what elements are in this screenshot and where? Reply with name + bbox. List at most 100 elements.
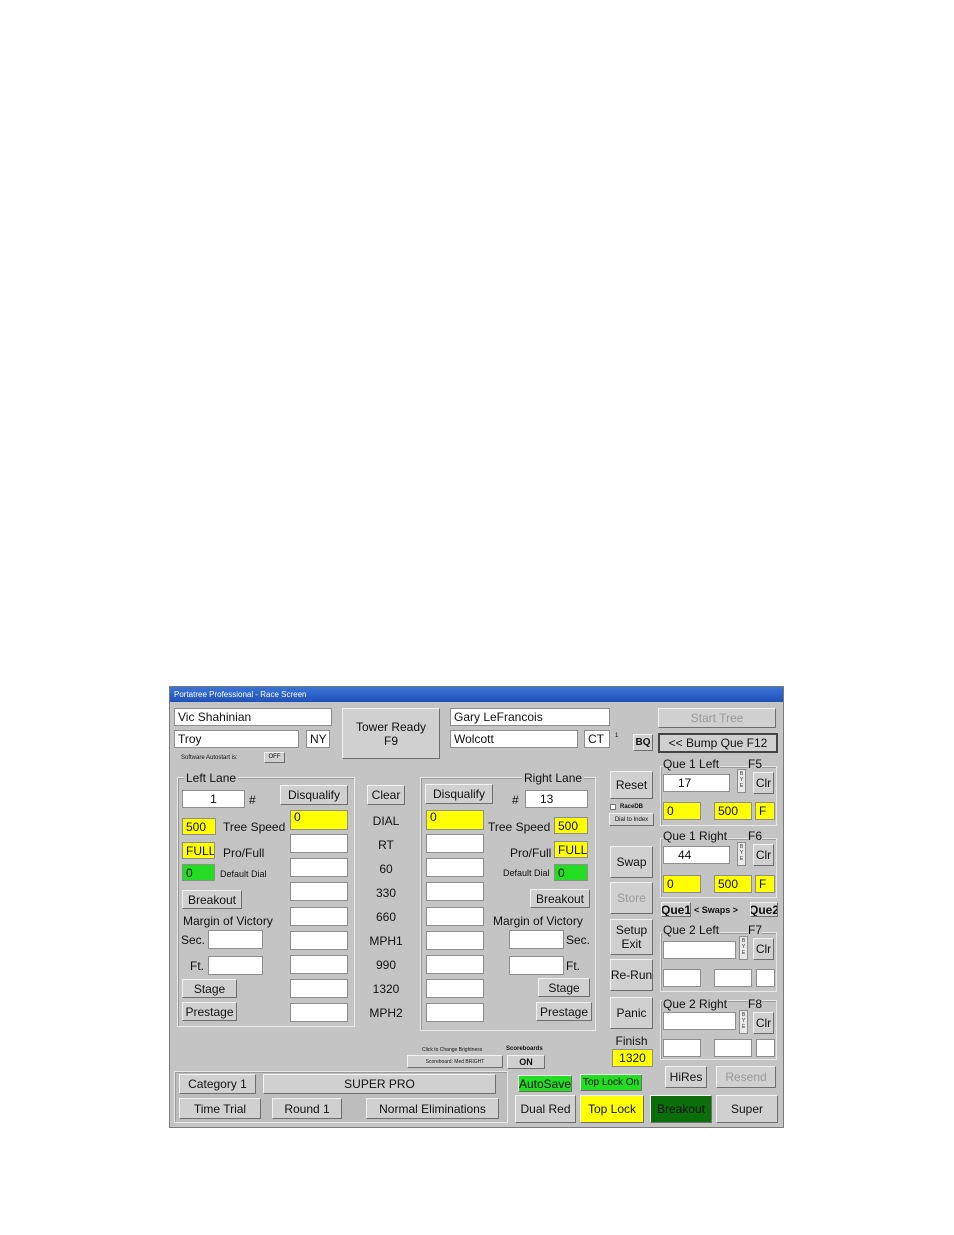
swap-button[interactable]: Swap: [610, 846, 653, 878]
right-prestage-button[interactable]: Prestage: [536, 1002, 592, 1021]
right-stage-button[interactable]: Stage: [538, 978, 590, 997]
left-racer-city-field[interactable]: Troy: [174, 730, 299, 748]
super-button[interactable]: Super: [716, 1095, 778, 1123]
que1-right-mode-field[interactable]: F: [755, 875, 775, 893]
right-racer-name-field[interactable]: Gary LeFrancois: [450, 708, 610, 726]
que1-left-mode-field[interactable]: F: [755, 802, 775, 820]
racedb-checkbox[interactable]: [610, 804, 616, 810]
scoreboards-label: Scoreboards: [506, 1046, 543, 1052]
left-dial-field[interactable]: 0: [290, 810, 348, 830]
right-margin-ft-field[interactable]: [509, 956, 564, 975]
que1-right-bye-button[interactable]: BYE: [737, 842, 746, 866]
left-mph2-field: [290, 1003, 348, 1022]
que1-left-bye-button[interactable]: BYE: [737, 769, 746, 793]
que2-right-clr-button[interactable]: Clr: [753, 1012, 774, 1034]
clear-button[interactable]: Clear: [367, 785, 405, 805]
que1-left-speed-field[interactable]: 500: [714, 802, 752, 820]
que1-left-dial-field[interactable]: 0: [663, 802, 701, 820]
left-racer-name-field[interactable]: Vic Shahinian: [174, 708, 332, 726]
panic-button[interactable]: Panic: [610, 997, 653, 1029]
que2-left-number-field[interactable]: [663, 941, 736, 959]
que2-left-speed-field[interactable]: [714, 969, 752, 987]
que2-left-mode-field[interactable]: [756, 969, 775, 987]
breakout-mode-button[interactable]: Breakout: [650, 1095, 712, 1123]
que2-left-bye-button[interactable]: BYE: [739, 936, 748, 960]
autostart-toggle[interactable]: OFF: [264, 752, 285, 763]
right-pro-full-label: Pro/Full: [510, 846, 552, 860]
row-label-990: 990: [375, 958, 397, 972]
que2-left-clr-button[interactable]: Clr: [753, 938, 774, 960]
right-dial-field[interactable]: 0: [426, 810, 484, 830]
left-racer-state-field[interactable]: NY: [306, 730, 330, 748]
scoreboard-brightness-button[interactable]: Scoreboard: Med BRIGHT: [407, 1055, 503, 1068]
que1-swap-button[interactable]: Que1: [661, 902, 691, 917]
reset-button[interactable]: Reset: [610, 771, 653, 799]
que2-right-speed-field[interactable]: [714, 1039, 752, 1057]
que1-left-number-field[interactable]: 17: [663, 774, 730, 792]
tower-ready-button[interactable]: Tower Ready F9: [342, 708, 440, 759]
round-button[interactable]: Round 1: [272, 1098, 342, 1119]
right-racer-city-field[interactable]: Wolcott: [450, 730, 578, 748]
que2-right-mode-field[interactable]: [756, 1039, 775, 1057]
bq-button[interactable]: BQ: [633, 734, 653, 751]
right-mph2-field: [426, 1003, 484, 1022]
right-tree-speed-field[interactable]: 500: [554, 817, 588, 834]
right-pro-full-field[interactable]: FULL: [554, 841, 588, 858]
left-pro-full-field[interactable]: FULL: [182, 842, 215, 859]
row-label-660: 660: [375, 910, 397, 924]
left-margin-ft-field[interactable]: [208, 956, 263, 975]
left-default-dial-field[interactable]: 0: [182, 864, 215, 881]
left-car-number-field[interactable]: 1: [182, 790, 245, 808]
finish-value-field[interactable]: 1320: [612, 1049, 653, 1067]
resend-button[interactable]: Resend: [716, 1066, 776, 1088]
right-racer-state-field[interactable]: CT: [584, 730, 610, 748]
right-breakout-button[interactable]: Breakout: [530, 889, 590, 908]
left-60-field: [290, 858, 348, 877]
row-label-60: 60: [379, 862, 393, 876]
window-title: Portatree Professional - Race Screen: [170, 687, 783, 702]
right-default-dial-field[interactable]: 0: [554, 864, 588, 881]
que1-right-label: Que 1 Right: [662, 829, 729, 843]
bump-que-button[interactable]: << Bump Que F12: [658, 733, 778, 753]
scoreboards-toggle[interactable]: ON: [507, 1055, 545, 1069]
dial-to-index-button[interactable]: Dial to Index: [609, 813, 654, 826]
que2-swap-button[interactable]: Que2: [750, 902, 778, 917]
rerun-button[interactable]: Re-Run: [610, 959, 653, 991]
category-button[interactable]: Category 1: [179, 1074, 256, 1094]
right-60-field: [426, 858, 484, 877]
right-1320-field: [426, 979, 484, 998]
que1-right-dial-field[interactable]: 0: [663, 875, 701, 893]
left-disqualify-button[interactable]: Disqualify: [280, 785, 348, 805]
left-1320-field: [290, 979, 348, 998]
eliminations-button[interactable]: Normal Eliminations: [366, 1098, 499, 1119]
hires-button[interactable]: HiRes: [665, 1066, 707, 1088]
start-tree-button[interactable]: Start Tree: [658, 708, 776, 728]
que1-left-clr-button[interactable]: Clr: [753, 772, 774, 794]
autosave-indicator[interactable]: AutoSave: [518, 1075, 572, 1092]
que2-right-dial-field[interactable]: [663, 1039, 701, 1057]
que1-right-number-field[interactable]: 44: [663, 846, 730, 864]
right-disqualify-button[interactable]: Disqualify: [425, 784, 493, 804]
row-label-dial: DIAL: [372, 814, 400, 828]
right-margin-sec-field[interactable]: [509, 930, 564, 949]
left-stage-button[interactable]: Stage: [182, 979, 237, 998]
que1-right-speed-field[interactable]: 500: [714, 875, 752, 893]
que2-left-label: Que 2 Left: [662, 923, 721, 937]
left-margin-sec-field[interactable]: [208, 930, 263, 949]
time-trial-button[interactable]: Time Trial: [179, 1098, 261, 1119]
que1-right-clr-button[interactable]: Clr: [753, 844, 774, 866]
top-lock-on-indicator[interactable]: Top Lock On: [580, 1074, 642, 1091]
setup-exit-button[interactable]: Setup Exit: [610, 919, 653, 955]
top-lock-button[interactable]: Top Lock: [580, 1095, 644, 1123]
left-prestage-button[interactable]: Prestage: [182, 1002, 237, 1021]
right-car-number-field[interactable]: 13: [525, 790, 588, 808]
que2-left-dial-field[interactable]: [663, 969, 701, 987]
store-button[interactable]: Store: [610, 882, 653, 914]
left-tree-speed-field[interactable]: 500: [182, 818, 216, 835]
dual-red-button[interactable]: Dual Red: [515, 1095, 576, 1123]
class-name-button[interactable]: SUPER PRO: [263, 1074, 496, 1094]
left-breakout-button[interactable]: Breakout: [182, 890, 242, 909]
que2-right-bye-button[interactable]: BYE: [739, 1010, 748, 1034]
que2-right-number-field[interactable]: [663, 1012, 736, 1030]
autostart-label: Software Autostart is:: [181, 755, 238, 761]
